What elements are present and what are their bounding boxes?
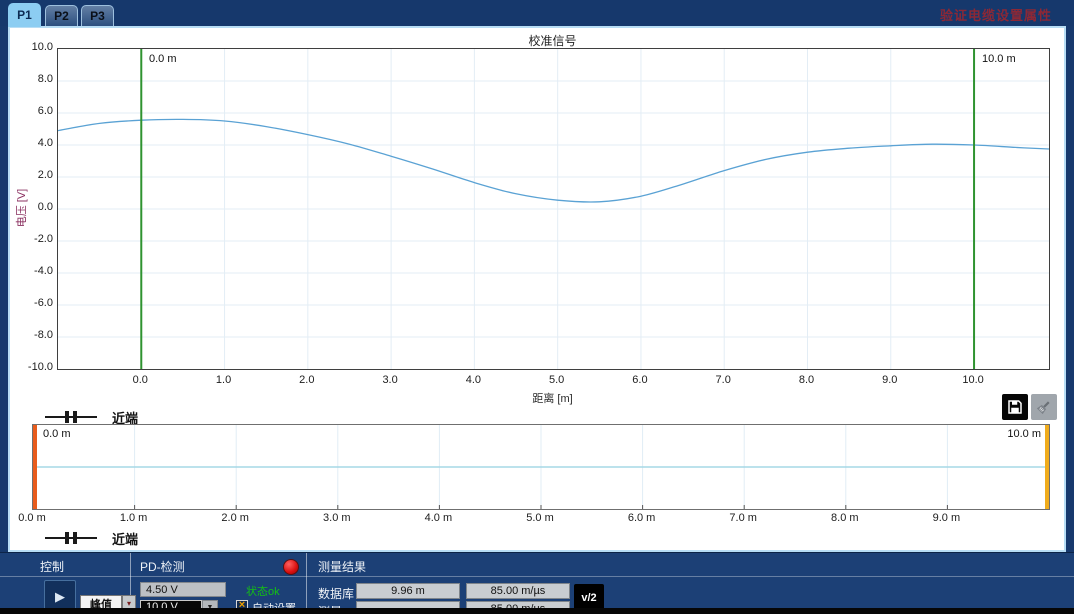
- y-tick-label: -8.0: [15, 329, 53, 342]
- x-tick-label: 9.0: [868, 374, 912, 387]
- play-icon: ▶: [55, 589, 65, 605]
- cursor-legend-bottom[interactable]: [45, 531, 97, 547]
- x-axis-label: 距离 [m]: [57, 390, 1048, 406]
- strip-tick-label: 7.0 m: [718, 512, 768, 525]
- db-velocity-display: 85.00 m/µs: [466, 583, 570, 599]
- strip-tick-label: 8.0 m: [820, 512, 870, 525]
- x-tick-label: 2.0: [285, 374, 329, 387]
- y-tick-label: 4.0: [15, 137, 53, 150]
- x-tick-label: 4.0: [451, 374, 495, 387]
- cursor-label-right[interactable]: 10.0 m: [979, 52, 1019, 66]
- y-tick-label: 0.0: [15, 201, 53, 214]
- y-tick-label: 8.0: [15, 73, 53, 86]
- waveform: [58, 119, 1049, 202]
- overview-strip-plot[interactable]: [32, 424, 1050, 510]
- db-distance-display: 9.96 m: [356, 583, 460, 599]
- x-tick-label: 1.0: [202, 374, 246, 387]
- strip-tick-label: 5.0 m: [515, 512, 565, 525]
- y-tick-label: 2.0: [15, 169, 53, 182]
- cursor-label-left[interactable]: 0.0 m: [146, 52, 180, 66]
- tab-p3[interactable]: P3: [81, 5, 114, 26]
- x-tick-label: 3.0: [368, 374, 412, 387]
- save-button[interactable]: [1002, 394, 1028, 420]
- cursor-marker-icon: [45, 410, 97, 424]
- tab-p1[interactable]: P1: [8, 3, 41, 27]
- application-window: P1 P2 P3 验证电缆设置属性 校准信号 距离 [m] 电压 [V] 0.0…: [0, 0, 1074, 614]
- pd-status-indicator: [283, 559, 299, 575]
- y-tick-label: -4.0: [15, 265, 53, 278]
- window-title: 验证电缆设置属性: [940, 5, 1052, 24]
- cursor-legend-bottom-label: 近端: [112, 529, 138, 548]
- cursor-marker-icon: [45, 531, 97, 545]
- y-tick-label: -2.0: [15, 233, 53, 246]
- section-divider: [306, 553, 307, 608]
- strip-tick-label: 4.0 m: [413, 512, 463, 525]
- pd-level-display: 4.50 V: [140, 582, 226, 597]
- y-tick-label: -6.0: [15, 297, 53, 310]
- x-tick-label: 10.0: [951, 374, 995, 387]
- tab-p2[interactable]: P2: [45, 5, 78, 26]
- pd-status-text: 状态ok: [246, 583, 280, 599]
- strip-cursor-label-right[interactable]: 10.0 m: [940, 427, 1044, 441]
- chevron-down-icon: ▾: [127, 599, 131, 608]
- y-tick-label: -10.0: [15, 361, 53, 374]
- brush-icon: [1035, 398, 1053, 416]
- save-icon: [1006, 398, 1024, 416]
- db-row-label: 数据库: [318, 585, 354, 602]
- x-tick-label: 5.0: [535, 374, 579, 387]
- strip-tick-label: 1.0 m: [109, 512, 159, 525]
- strip-tick-label: 6.0 m: [617, 512, 667, 525]
- strip-tick-label: 0.0 m: [7, 512, 57, 525]
- window-bottom-edge: [0, 608, 1074, 614]
- y-tick-label: 10.0: [15, 41, 53, 54]
- strip-tick-label: 2.0 m: [210, 512, 260, 525]
- strip-cursor-left[interactable]: [33, 425, 37, 509]
- header-divider: [0, 576, 1074, 577]
- strip-cursor-right[interactable]: [1045, 425, 1049, 509]
- strip-tick-label: 3.0 m: [312, 512, 362, 525]
- pd-section-header: PD-检测: [140, 558, 185, 575]
- results-section-header: 测量结果: [318, 558, 366, 575]
- x-tick-label: 7.0: [701, 374, 745, 387]
- x-tick-label: 6.0: [618, 374, 662, 387]
- main-chart-plot[interactable]: [57, 48, 1050, 370]
- chart-title: 校准信号: [57, 32, 1048, 49]
- strip-tick-label: 9.0 m: [921, 512, 971, 525]
- x-tick-label: 8.0: [784, 374, 828, 387]
- y-tick-label: 6.0: [15, 105, 53, 118]
- brush-button[interactable]: [1031, 394, 1057, 420]
- x-tick-label: 0.0: [118, 374, 162, 387]
- control-section-header: 控制: [40, 558, 64, 575]
- top-tab-bar: P1 P2 P3 验证电缆设置属性: [0, 0, 1074, 26]
- strip-cursor-label-left[interactable]: 0.0 m: [40, 427, 74, 441]
